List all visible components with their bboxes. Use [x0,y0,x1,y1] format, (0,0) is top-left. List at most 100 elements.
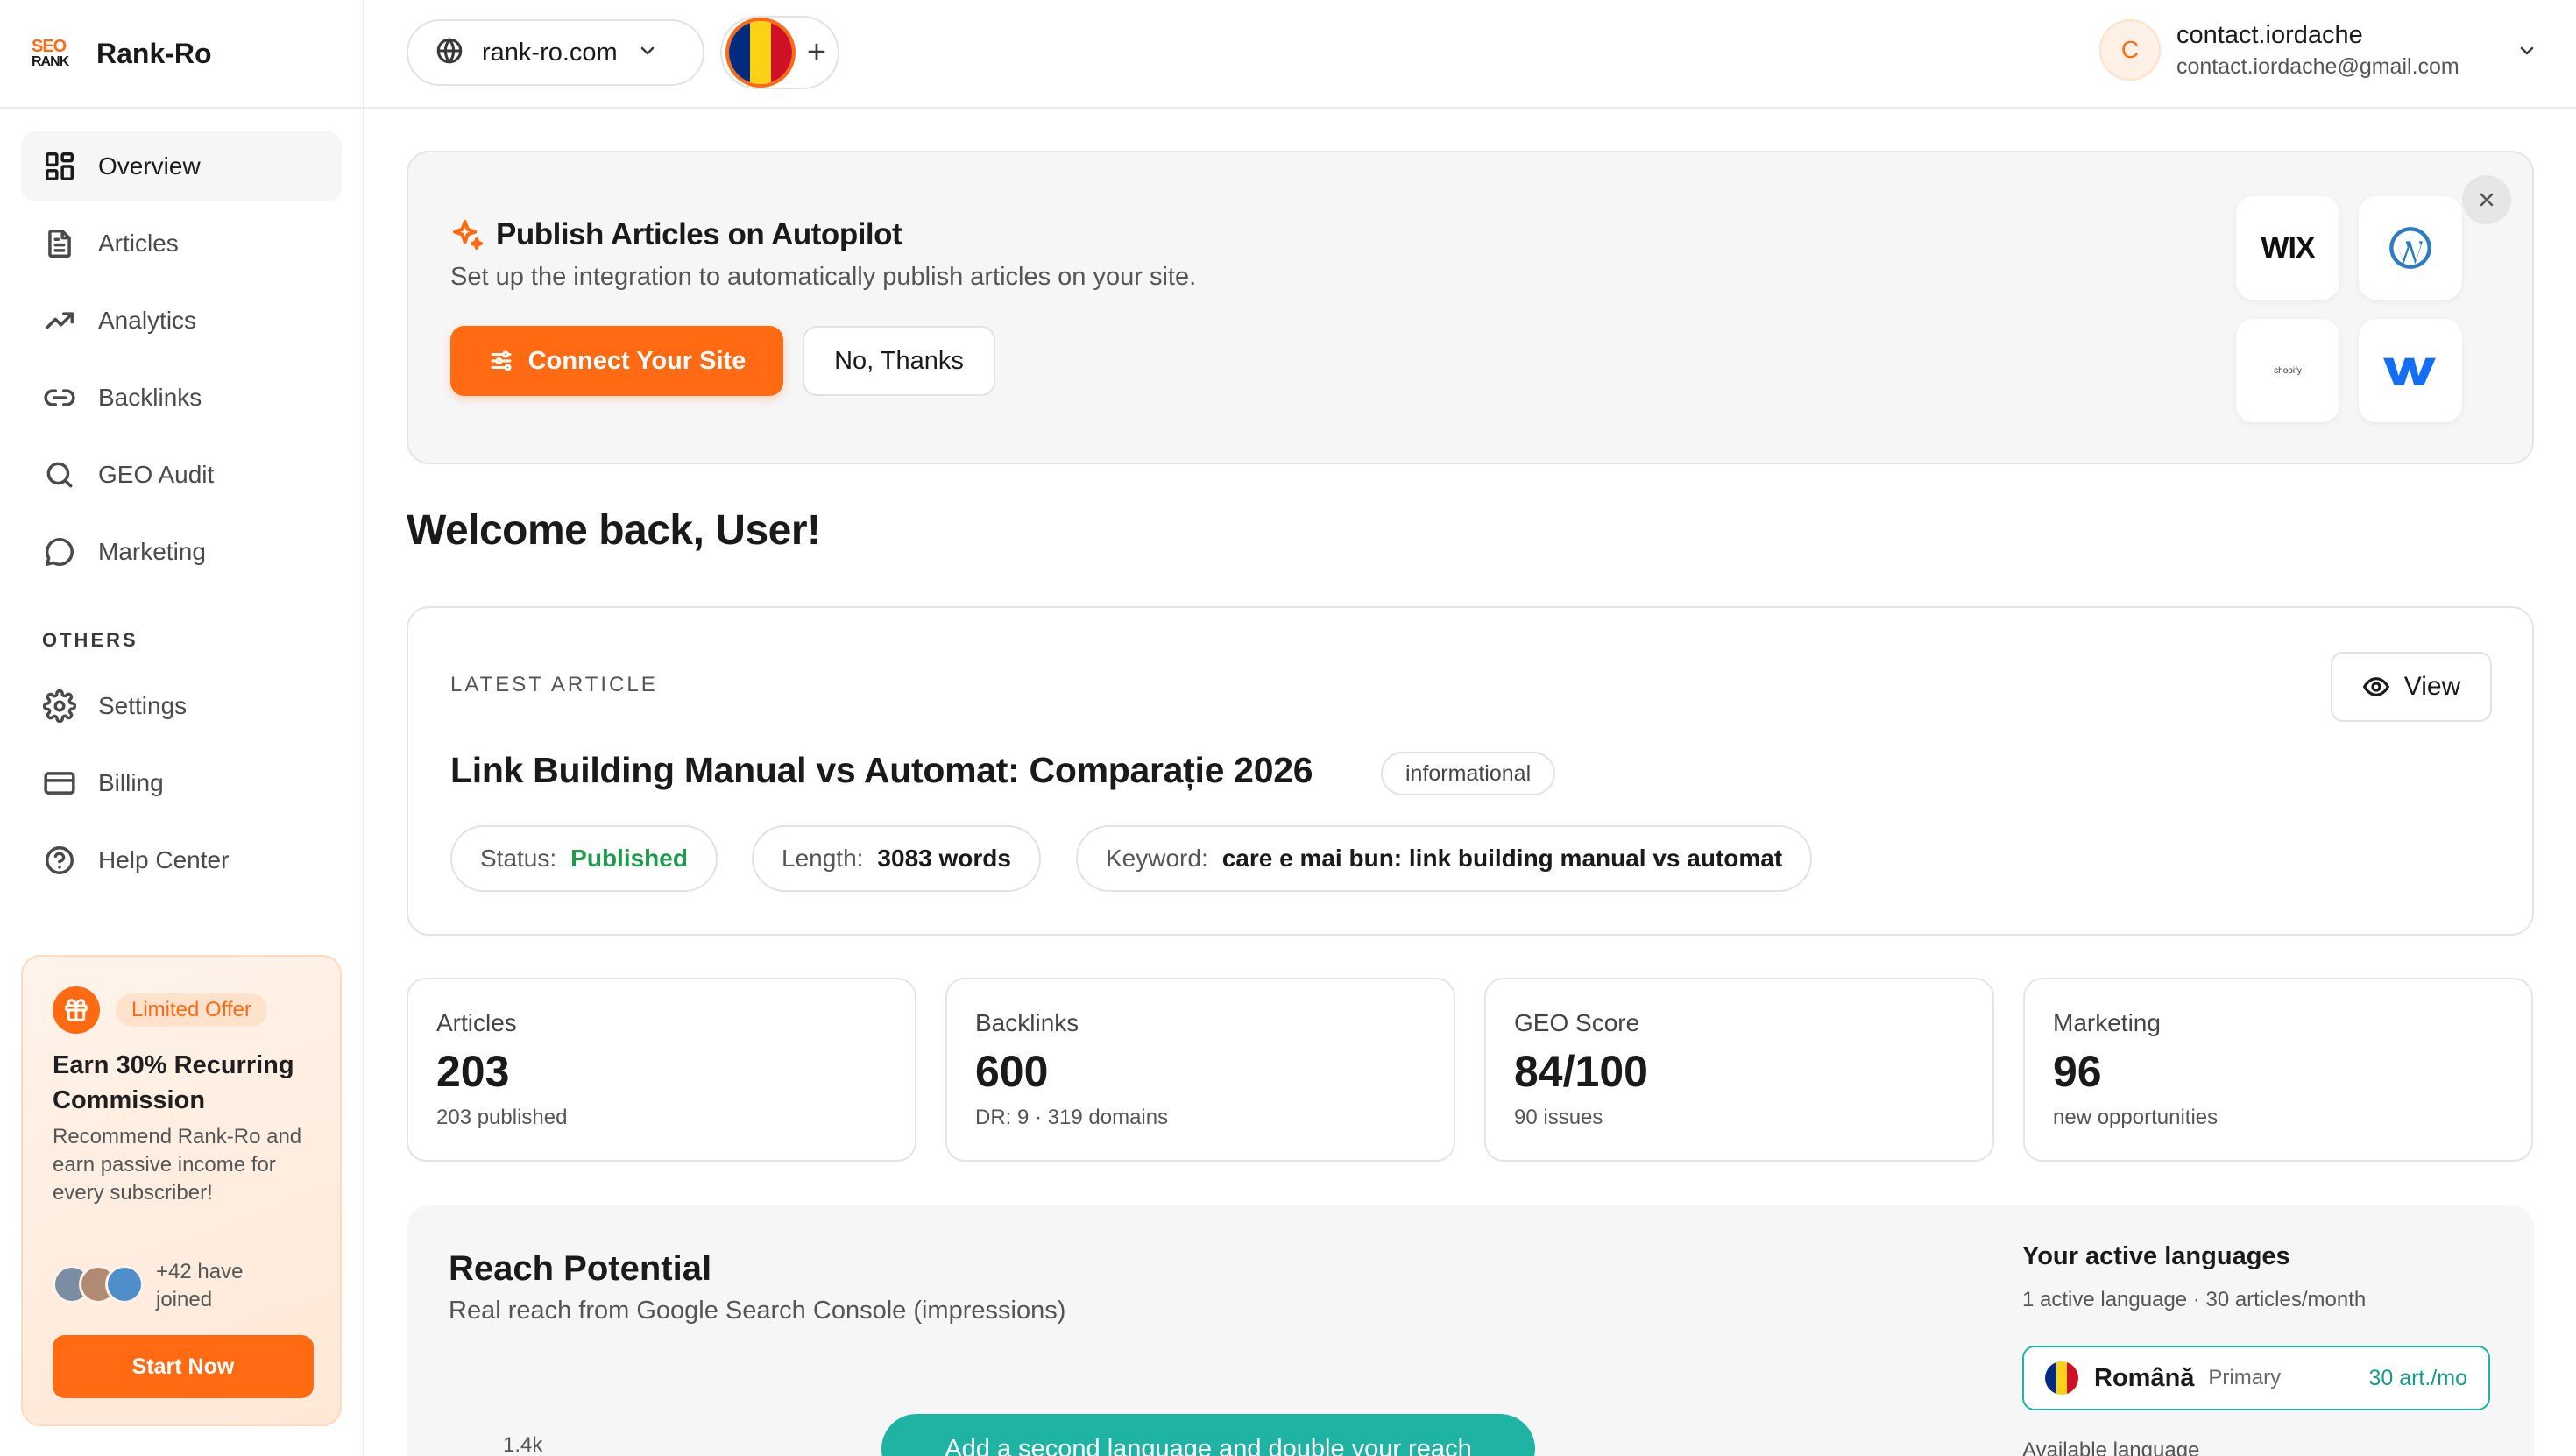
document-icon [42,226,77,261]
user-menu[interactable]: C contact.iordache contact.iordache@gmai… [2099,18,2555,91]
stat-value: 96 [2053,1047,2102,1096]
connect-site-label: Connect Your Site [527,346,747,375]
active-languages-title: Your active languages [2022,1242,2290,1270]
gift-icon [53,986,100,1034]
affiliate-promo-card: Limited Offer Earn 30% Recurring Commiss… [21,955,342,1426]
others-heading: OTHERS [42,629,138,651]
sidebar-item-marketing[interactable]: Marketing [21,517,342,587]
latest-article-card: LATEST ARTICLE View Link Building Manual… [407,606,2534,936]
link-icon [42,380,77,415]
card-icon [42,766,77,801]
joined-count: +42 have joined [156,1260,244,1311]
stat-card-geo-score[interactable]: GEO Score 84/100 90 issues [1484,978,1994,1162]
brand-logo[interactable]: SEO RANK Rank-Ro [32,32,212,75]
autopilot-banner: Publish Articles on Autopilot Set up the… [407,151,2534,464]
reach-potential-card: Reach Potential Real reach from Google S… [407,1205,2534,1456]
stat-subtext: DR: 9 · 319 domains [975,1106,1169,1129]
sidebar-item-label: Articles [98,230,179,257]
divider [0,107,363,109]
stat-value: 600 [975,1047,1049,1096]
logo-seo-text: SEO [32,37,67,56]
language-card-romana[interactable]: Română Primary 30 art./mo [2022,1346,2490,1410]
sidebar-item-help-center[interactable]: Help Center [21,825,342,895]
stat-label: Articles [436,1009,517,1036]
chevron-down-icon [637,40,658,66]
sidebar-item-articles[interactable]: Articles [21,209,342,279]
sidebar: SEO RANK Rank-Ro Overview Articles Analy… [0,0,364,1456]
intent-tag: informational [1381,752,1556,795]
sliders-icon [491,350,512,371]
reach-title: Reach Potential [449,1249,712,1288]
close-banner-button[interactable] [2462,175,2511,224]
add-second-language-button[interactable]: Add a second language and double your re… [881,1414,1535,1456]
grid-icon [42,149,77,184]
status-key: Status: [480,845,557,872]
sidebar-item-analytics[interactable]: Analytics [21,286,342,356]
site-selector[interactable]: rank-ro.com [407,19,704,86]
search-icon [42,457,77,492]
webflow-icon [2383,357,2436,385]
wordpress-integration[interactable] [2359,196,2462,300]
limited-offer-badge: Limited Offer [116,993,267,1027]
stat-card-marketing[interactable]: Marketing 96 new opportunities [2023,978,2533,1162]
status-pill: Status: Published [450,825,718,892]
stat-subtext: new opportunities [2053,1106,2219,1129]
stat-card-articles[interactable]: Articles 203 203 published [407,978,916,1162]
view-label: View [2403,672,2461,701]
connect-site-button[interactable]: Connect Your Site [450,326,783,396]
chart-tick-label: 1.4k [503,1433,543,1456]
sidebar-item-overview[interactable]: Overview [21,131,342,201]
section-label: LATEST ARTICLE [450,673,658,696]
stat-subtext: 90 issues [1514,1106,1603,1129]
keyword-key: Keyword: [1106,845,1208,872]
length-key: Length: [782,845,864,872]
sidebar-item-settings[interactable]: Settings [21,671,342,741]
sidebar-item-label: Billing [98,769,164,796]
language-name: Română [2094,1363,2195,1392]
user-name: contact.iordache [2176,21,2363,49]
welcome-heading: Welcome back, User! [407,507,821,554]
article-title[interactable]: Link Building Manual vs Automat: Compara… [450,750,1313,791]
eye-icon [2362,677,2389,696]
no-thanks-button[interactable]: No, Thanks [803,326,995,396]
language-rate: 30 art./mo [2368,1365,2467,1390]
add-language-button[interactable]: + [797,33,836,72]
sparkle-icon [450,217,485,257]
user-email: contact.iordache@gmail.com [2176,54,2459,79]
wix-integration[interactable]: WIX [2236,196,2339,300]
length-pill: Length: 3083 words [752,825,1041,892]
promo-title: Earn 30% Recurring Commission [53,1051,294,1114]
sidebar-item-billing[interactable]: Billing [21,748,342,818]
sidebar-item-geo-audit[interactable]: GEO Audit [21,440,342,510]
webflow-integration[interactable] [2359,319,2462,422]
site-name: rank-ro.com [482,38,618,67]
trend-icon [42,303,77,338]
stat-label: Marketing [2053,1009,2161,1036]
joined-avatars [53,1265,149,1305]
stat-label: GEO Score [1514,1009,1640,1036]
stat-value: 84/100 [1514,1047,1648,1096]
promo-description: Recommend Rank-Ro and earn passive incom… [53,1125,302,1205]
romania-flag-icon[interactable] [725,18,796,88]
sidebar-item-label: GEO Audit [98,461,215,488]
globe-icon [435,36,464,70]
avatar [105,1265,144,1304]
logo-mark: SEO RANK [32,37,77,70]
stat-label: Backlinks [975,1009,1079,1036]
sidebar-item-backlinks[interactable]: Backlinks [21,363,342,433]
gear-icon [42,689,77,724]
active-languages-subtitle: 1 active language · 30 articles/month [2022,1288,2367,1311]
sidebar-item-label: Overview [98,152,201,180]
help-icon [42,843,77,878]
topbar: rank-ro.com + C contact.iordache contact… [364,0,2576,109]
start-now-button[interactable]: Start Now [53,1335,314,1398]
autopilot-subtitle: Set up the integration to automatically … [450,263,1197,291]
view-article-button[interactable]: View [2331,652,2492,722]
sidebar-item-label: Settings [98,692,188,719]
keyword-pill: Keyword: care e mai bun: link building m… [1076,825,1813,892]
app-name: Rank-Ro [96,37,212,69]
shopify-integration[interactable]: shopify [2236,319,2339,422]
autopilot-title: Publish Articles on Autopilot [496,217,902,251]
stat-card-backlinks[interactable]: Backlinks 600 DR: 9 · 319 domains [945,978,1455,1162]
sidebar-item-label: Backlinks [98,384,202,411]
